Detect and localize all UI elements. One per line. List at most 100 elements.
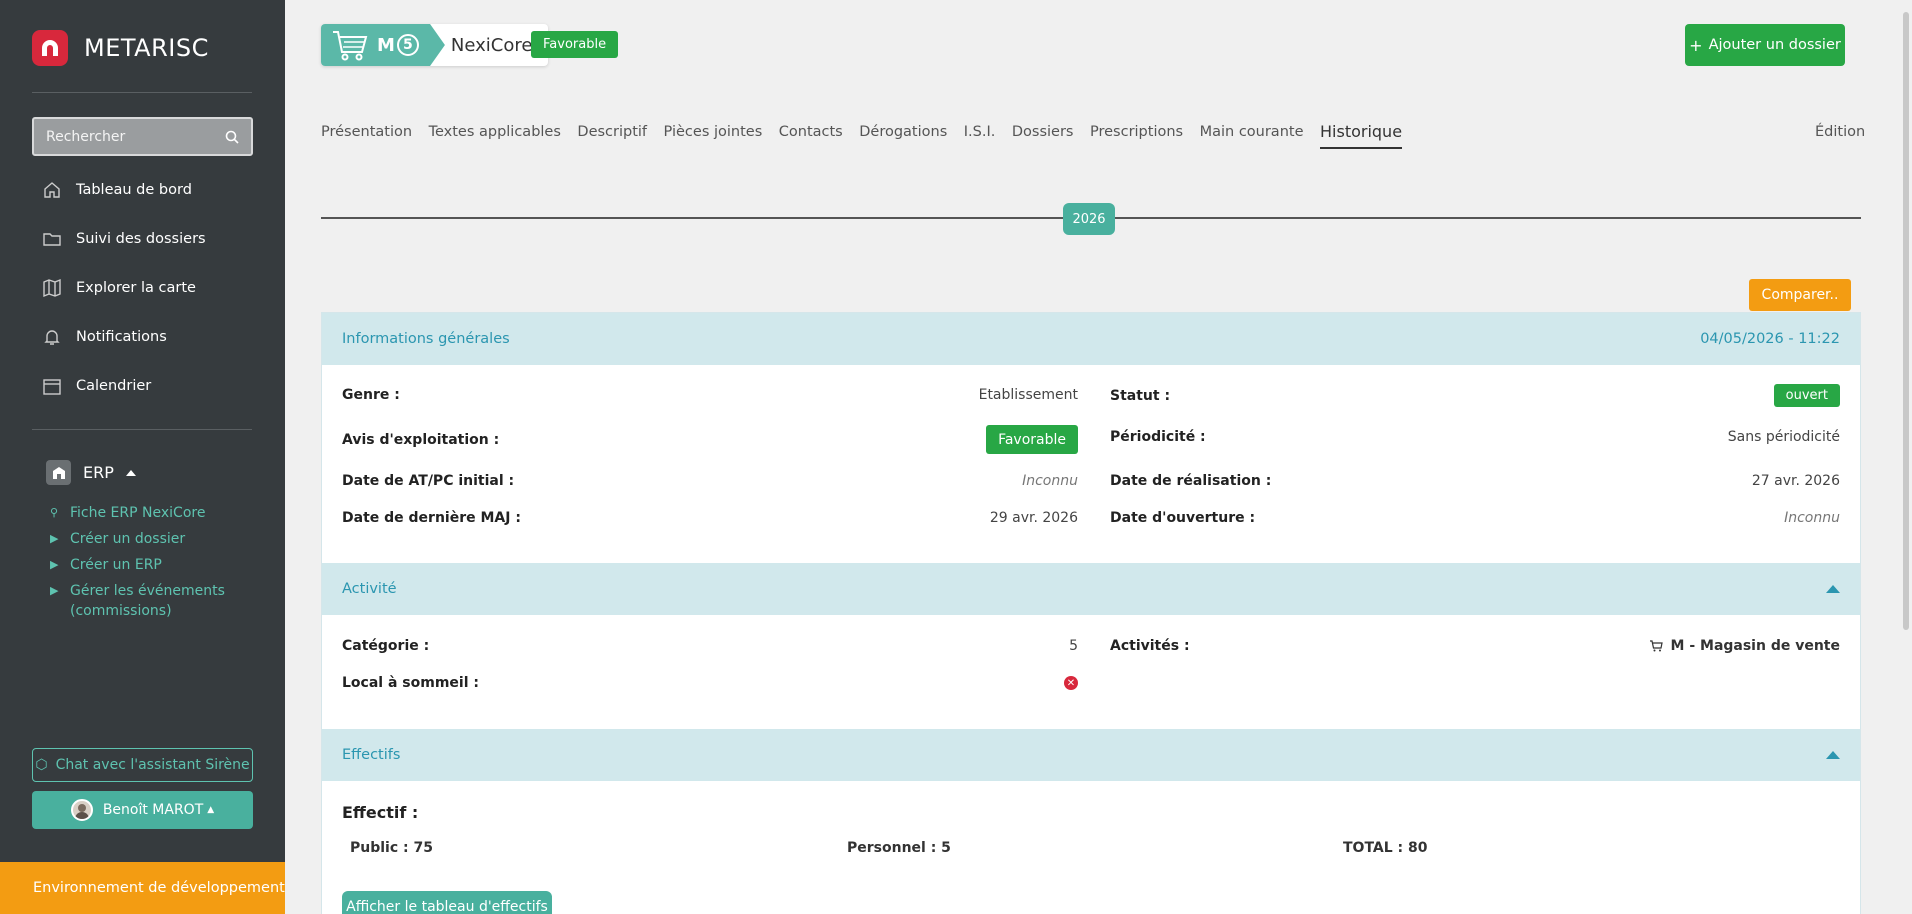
app-logo[interactable]: METARISC: [32, 30, 209, 66]
pin-icon: ⚲: [50, 506, 59, 519]
tab-historique[interactable]: Historique: [1320, 122, 1403, 149]
field-activites: Activités : M - Magasin de vente: [1110, 638, 1840, 654]
field-genre: Genre : Etablissement: [342, 387, 1078, 403]
field-value: 27 avr. 2026: [1751, 473, 1840, 489]
status-badge: ouvert: [1773, 384, 1840, 407]
edition-link[interactable]: Édition: [1815, 124, 1865, 140]
building-icon: [46, 460, 71, 485]
scrollbar-thumb[interactable]: [1903, 12, 1909, 630]
field-date-at: Date de AT/PC initial : Inconnu: [342, 473, 1078, 489]
tab-dossiers[interactable]: Dossiers: [1012, 124, 1074, 149]
cart-icon: [1649, 640, 1663, 652]
caret-up-icon: [125, 469, 136, 476]
field-label: Catégorie :: [342, 638, 430, 654]
scrollbar[interactable]: [1900, 0, 1912, 914]
field-value: M - Magasin de vente: [1670, 638, 1840, 654]
field-date-realisation: Date de réalisation : 27 avr. 2026: [1110, 473, 1840, 489]
caret-up-icon[interactable]: [1826, 585, 1840, 593]
nav-item-calendar[interactable]: Calendrier: [42, 376, 151, 396]
erp-link-events[interactable]: ▶ Gérer les événements (commissions): [50, 581, 225, 621]
erp-link-create-erp[interactable]: ▶ Créer un ERP: [50, 555, 162, 575]
erp-type-code: M: [377, 34, 395, 56]
environment-label: Environnement de développement: [33, 880, 285, 896]
field-label: Avis d'exploitation :: [342, 431, 500, 448]
section-title: Effectifs: [342, 747, 401, 763]
tab-descriptif[interactable]: Descriptif: [577, 124, 647, 149]
caret-up-icon: ▲: [207, 805, 215, 815]
user-menu-button[interactable]: Benoît MAROT ▲: [32, 791, 253, 829]
field-value: 5: [1069, 638, 1078, 654]
caret-right-icon: ▶: [50, 584, 59, 597]
cross-circle-icon: ✕: [1064, 676, 1078, 690]
cart-icon: [333, 31, 368, 61]
field-date-maj: Date de dernière MAJ : 29 avr. 2026: [342, 510, 1078, 526]
field-value: Sans périodicité: [1727, 429, 1840, 445]
section-activite-header[interactable]: Activité: [322, 563, 1860, 615]
tab-presentation[interactable]: Présentation: [321, 124, 412, 149]
field-value: 29 avr. 2026: [989, 510, 1078, 526]
nav-label: Tableau de bord: [76, 182, 192, 198]
field-label: Date de AT/PC initial :: [342, 473, 515, 489]
tab-isi[interactable]: I.S.I.: [964, 124, 996, 149]
section-title: Informations générales: [342, 331, 510, 347]
erp-link-label: Gérer les événements: [70, 583, 225, 599]
nav-item-notifications[interactable]: Notifications: [42, 327, 167, 347]
history-card: Informations générales 04/05/2026 - 11:2…: [321, 312, 1861, 914]
field-label: Genre :: [342, 387, 400, 403]
field-avis: Avis d'exploitation : Favorable: [342, 425, 1078, 454]
user-name: Benoît MAROT: [102, 802, 204, 818]
tab-main-courante[interactable]: Main courante: [1200, 124, 1304, 149]
history-date: 04/05/2026 - 11:22: [1700, 331, 1840, 347]
erp-link-label: Fiche ERP NexiCore: [70, 505, 206, 521]
caret-up-icon[interactable]: [1826, 751, 1840, 759]
nav-item-map[interactable]: Explorer la carte: [42, 278, 196, 298]
nav-item-folders[interactable]: Suivi des dossiers: [42, 229, 206, 249]
field-label: Local à sommeil :: [342, 675, 479, 691]
section-effectifs-header[interactable]: Effectifs: [322, 729, 1860, 781]
show-effectifs-table-button[interactable]: Afficher le tableau d'effectifs: [342, 891, 552, 914]
erp-link-create-dossier[interactable]: ▶ Créer un dossier: [50, 529, 185, 549]
add-dossier-button[interactable]: + Ajouter un dossier: [1685, 24, 1845, 66]
home-icon: [44, 182, 60, 198]
chat-assistant-button[interactable]: ⬡ Chat avec l'assistant Sirène: [32, 748, 253, 782]
erp-link-fiche[interactable]: ⚲ Fiche ERP NexiCore: [50, 503, 205, 523]
app-title: METARISC: [84, 34, 209, 62]
plus-icon: +: [1689, 35, 1703, 55]
activity-value: M - Magasin de vente: [1649, 638, 1840, 654]
folder-icon: [43, 233, 61, 246]
erp-link-label: Créer un dossier: [70, 531, 186, 547]
field-label: Date de dernière MAJ :: [342, 510, 521, 526]
tab-derogations[interactable]: Dérogations: [859, 124, 947, 149]
search-box[interactable]: [32, 117, 253, 156]
field-date-ouverture: Date d'ouverture : Inconnu: [1110, 510, 1840, 526]
search-icon[interactable]: [225, 130, 239, 144]
avis-badge: Favorable: [531, 31, 619, 58]
calendar-icon: [43, 379, 61, 395]
tab-contacts[interactable]: Contacts: [779, 124, 843, 149]
divider: [32, 92, 252, 93]
tab-textes[interactable]: Textes applicables: [429, 124, 561, 149]
erp-menu-toggle[interactable]: ERP: [46, 460, 136, 485]
effectif-total: TOTAL : 80: [1343, 840, 1428, 856]
search-input[interactable]: [46, 128, 225, 145]
nav-item-dashboard[interactable]: Tableau de bord: [42, 180, 192, 200]
hexagon-icon: ⬡: [35, 757, 48, 773]
environment-banner: Environnement de développement: [0, 862, 285, 914]
divider: [32, 429, 252, 430]
compare-button[interactable]: Comparer..: [1749, 279, 1851, 311]
map-icon: [43, 278, 61, 298]
section-general-header: Informations générales 04/05/2026 - 11:2…: [322, 313, 1860, 365]
field-periodicite: Périodicité : Sans périodicité: [1110, 429, 1840, 445]
section-title: Activité: [342, 581, 397, 597]
nav-label: Notifications: [76, 329, 167, 345]
tab-prescriptions[interactable]: Prescriptions: [1090, 124, 1183, 149]
caret-right-icon: ▶: [50, 532, 59, 545]
chat-label: Chat avec l'assistant Sirène: [55, 757, 250, 773]
field-label: Périodicité :: [1110, 429, 1206, 445]
tab-pieces-jointes[interactable]: Pièces jointes: [664, 124, 763, 149]
nav-label: Explorer la carte: [76, 280, 196, 296]
field-value: Etablissement: [978, 387, 1078, 403]
timeline-year[interactable]: 2026: [1063, 203, 1115, 235]
caret-right-icon: ▶: [50, 558, 59, 571]
avatar: [70, 799, 93, 821]
